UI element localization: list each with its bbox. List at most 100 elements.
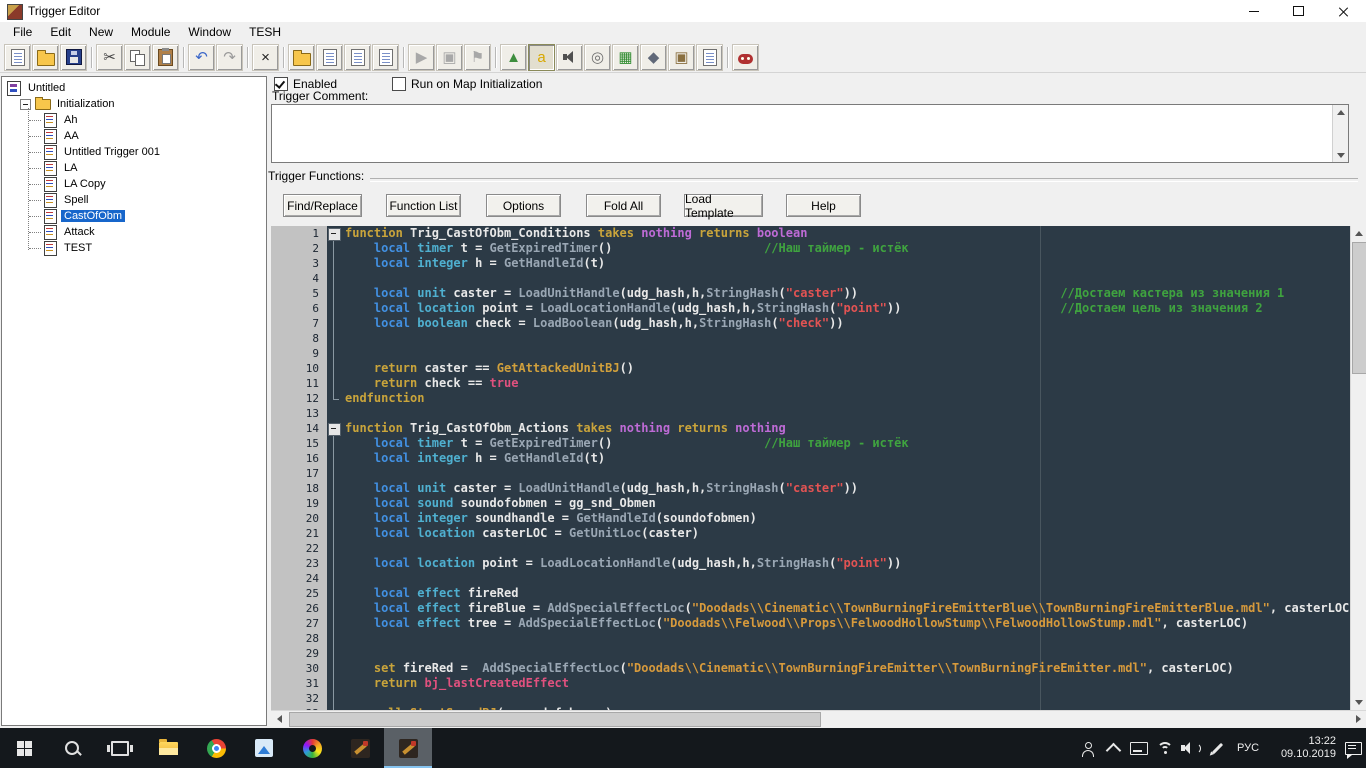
trigger-editor-button[interactable]: a <box>528 43 555 71</box>
run-button[interactable]: ▶ <box>408 43 435 71</box>
line-number: 21 <box>271 526 327 541</box>
close-button[interactable] <box>1321 0 1366 22</box>
trigger-comment-input[interactable] <box>272 105 1332 162</box>
taskbar-clock[interactable]: 13:22 09.10.2019 <box>1266 728 1340 768</box>
file-explorer-button[interactable] <box>144 728 192 768</box>
button-options[interactable]: Options <box>486 194 561 217</box>
tree-item-label: LA <box>64 162 78 174</box>
button-find-replace[interactable]: Find/Replace <box>283 194 362 217</box>
object-editor-button[interactable]: ◎ <box>584 43 611 71</box>
tree-item-spell[interactable]: Spell <box>2 192 266 208</box>
line-number: 19 <box>271 496 327 511</box>
copy-button[interactable] <box>124 43 151 71</box>
editor-scroll-down-button[interactable] <box>1351 695 1366 710</box>
tree-item-la[interactable]: LA <box>2 160 266 176</box>
comment-scroll-up-button[interactable] <box>1333 105 1348 119</box>
touch-keyboard-button[interactable] <box>1126 728 1152 768</box>
world-editor-button[interactable] <box>336 728 384 768</box>
tree-item-castofobm[interactable]: CastOfObm <box>2 208 266 224</box>
cut-button[interactable]: ✂ <box>96 43 123 71</box>
comment-scrollbar[interactable] <box>1332 105 1348 162</box>
new-document-button[interactable] <box>4 43 31 71</box>
menu-item-window[interactable]: Window <box>179 22 240 42</box>
fold-marker-icon[interactable] <box>328 228 341 241</box>
code-line: 19 local sound soundofobmen = gg_snd_Obm… <box>271 496 1350 511</box>
button-help[interactable]: Help <box>786 194 861 217</box>
terrain-editor-button[interactable]: ▲ <box>500 43 527 71</box>
undo-button[interactable]: ↶ <box>188 43 215 71</box>
chrome-button[interactable] <box>192 728 240 768</box>
new-category-button[interactable] <box>288 43 315 71</box>
new-comment-button[interactable] <box>344 43 371 71</box>
tree-item-untitled-trigger-001[interactable]: Untitled Trigger 001 <box>2 144 266 160</box>
code-editor[interactable]: 1 function Trig_CastOfObm_Conditions take… <box>271 226 1350 710</box>
line-number: 2 <box>271 241 327 256</box>
code-line: 28 <box>271 631 1350 646</box>
menu-item-module[interactable]: Module <box>122 22 179 42</box>
line-number: 30 <box>271 661 327 676</box>
hidden-icons-button[interactable] <box>1100 728 1126 768</box>
new-trigger-button[interactable] <box>316 43 343 71</box>
language-indicator[interactable]: РУС <box>1230 728 1266 768</box>
volume-button[interactable] <box>1178 728 1204 768</box>
action-center-button[interactable] <box>1340 728 1366 768</box>
tree-item-attack[interactable]: Attack <box>2 224 266 240</box>
paste-button[interactable] <box>152 43 179 71</box>
pen-button[interactable] <box>1204 728 1230 768</box>
code-text: local timer t = GetExpiredTimer() //Наш … <box>373 436 909 450</box>
trigger-tree[interactable]: Untitled Initialization Ah AA Untitled Tri… <box>1 76 267 726</box>
comment-scroll-down-button[interactable] <box>1333 148 1348 162</box>
editor-vertical-scrollbar[interactable] <box>1350 226 1366 710</box>
new-script-button[interactable] <box>372 43 399 71</box>
maximize-button[interactable] <box>1276 0 1321 22</box>
editor-scroll-left-button[interactable] <box>271 711 287 726</box>
start-button[interactable] <box>0 728 48 768</box>
open-map-button[interactable] <box>32 43 59 71</box>
maximize-icon <box>1293 6 1304 16</box>
ai-editor-button[interactable]: ◆ <box>640 43 667 71</box>
tree-category-initialization[interactable]: Initialization <box>2 96 266 112</box>
button-load-template[interactable]: Load Template <box>684 192 763 220</box>
color-wheel-app-button[interactable] <box>288 728 336 768</box>
editor-scroll-up-button[interactable] <box>1351 226 1366 241</box>
redo-button[interactable]: ↷ <box>216 43 243 71</box>
button-fold-all[interactable]: Fold All <box>586 194 661 217</box>
world-editor-active-button[interactable] <box>384 728 432 768</box>
editor-horizontal-scrollbar[interactable] <box>271 710 1366 727</box>
step-button[interactable]: ▣ <box>436 43 463 71</box>
menu-item-file[interactable]: File <box>4 22 41 42</box>
delete-button[interactable]: × <box>252 43 279 71</box>
system-tray: РУС 13:22 09.10.2019 <box>1074 728 1366 768</box>
menu-item-new[interactable]: New <box>80 22 122 42</box>
taskbar: РУС 13:22 09.10.2019 <box>0 728 1366 768</box>
tree-item-la-copy[interactable]: LA Copy <box>2 176 266 192</box>
horizontal-scrollbar-thumb[interactable] <box>289 712 821 727</box>
tree-item-ah[interactable]: Ah <box>2 112 266 128</box>
delete-icon: × <box>261 48 270 66</box>
campaign-editor-button[interactable]: ▦ <box>612 43 639 71</box>
save-map-button[interactable] <box>60 43 87 71</box>
collapse-expander-icon[interactable] <box>20 98 31 110</box>
run-on-init-checkbox[interactable] <box>392 77 406 91</box>
photos-app-button[interactable] <box>240 728 288 768</box>
menu-item-tesh[interactable]: TESH <box>240 22 290 42</box>
tree-item-aa[interactable]: AA <box>2 128 266 144</box>
task-view-button[interactable] <box>96 728 144 768</box>
tree-root[interactable]: Untitled <box>2 80 266 96</box>
people-button[interactable] <box>1074 728 1100 768</box>
search-button[interactable] <box>48 728 96 768</box>
line-number: 6 <box>271 301 327 316</box>
minimize-button[interactable] <box>1231 0 1276 22</box>
tree-item-test[interactable]: TEST <box>2 240 266 256</box>
network-button[interactable] <box>1152 728 1178 768</box>
menu-item-edit[interactable]: Edit <box>41 22 80 42</box>
vertical-scrollbar-thumb[interactable] <box>1352 242 1366 374</box>
test-map-button[interactable] <box>732 43 759 71</box>
button-function-list[interactable]: Function List <box>386 194 461 217</box>
editor-scroll-right-button[interactable] <box>1350 711 1366 726</box>
import-manager-button[interactable] <box>696 43 723 71</box>
sound-editor-button[interactable] <box>556 43 583 71</box>
fold-marker-icon[interactable] <box>328 423 341 436</box>
checkpoint-button[interactable]: ⚑ <box>464 43 491 71</box>
object-manager-button[interactable]: ▣ <box>668 43 695 71</box>
